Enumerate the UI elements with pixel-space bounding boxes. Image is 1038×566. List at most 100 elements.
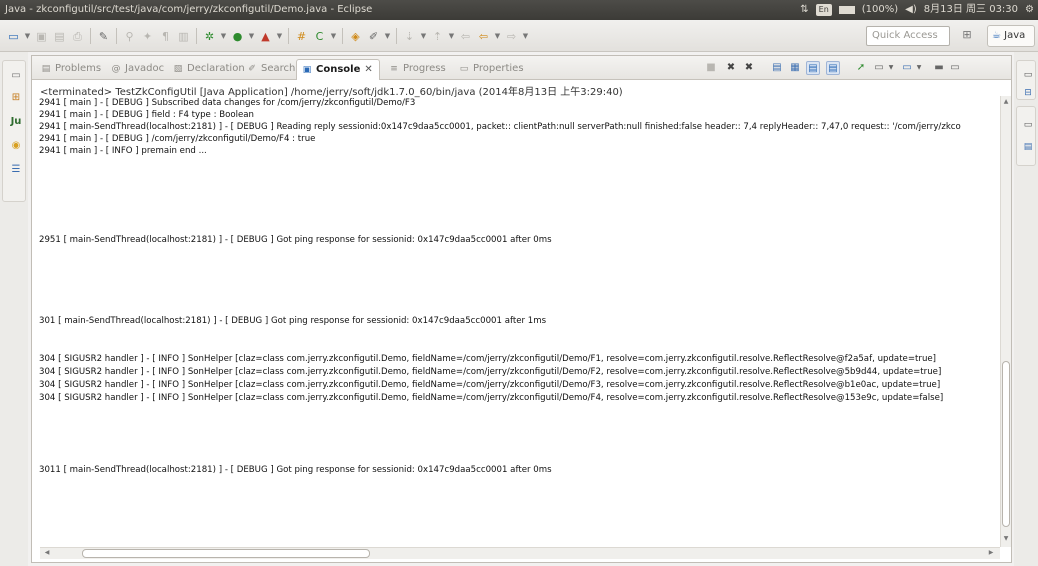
close-icon[interactable]: ✕ (364, 64, 372, 75)
new-dropdown-icon[interactable]: ▼ (24, 29, 31, 44)
java-perspective-label: Java (1004, 30, 1026, 41)
java-perspective-button[interactable]: ☕ Java (987, 25, 1035, 47)
tab-javadoc[interactable]: @ Javadoc (110, 60, 165, 78)
print-icon[interactable]: ⎙ (70, 29, 85, 44)
new-class-dropdown-icon[interactable]: ▼ (330, 29, 337, 44)
tab-search[interactable]: ✐ Search (246, 60, 295, 78)
forward-dropdown-icon[interactable]: ▼ (522, 29, 529, 44)
right-trim-stack: ▭ ⊟ ▭ ▤ (1014, 52, 1038, 566)
console-line: 304 [ SIGUSR2 handler ] - [ INFO ] SonHe… (39, 393, 944, 403)
scroll-right-icon[interactable]: ▶ (986, 549, 996, 559)
scroll-lock-icon[interactable]: ▦ (788, 61, 802, 75)
next-annotation-icon[interactable]: ⇣ (402, 29, 417, 44)
tab-properties[interactable]: ▭ Properties (458, 60, 524, 78)
title-bar: Java - zkconfigutil/src/test/java/com/je… (0, 0, 1038, 20)
console-line: 304 [ SIGUSR2 handler ] - [ INFO ] SonHe… (39, 367, 942, 377)
back-dropdown-icon[interactable]: ▼ (494, 29, 501, 44)
remove-launch-icon[interactable]: ✖ (724, 61, 738, 75)
remove-all-terminated-icon[interactable]: ✖ (742, 61, 756, 75)
volume-icon[interactable]: ◀) (905, 0, 917, 20)
scroll-up-icon[interactable]: ▲ (1001, 98, 1011, 108)
window-title: Java - zkconfigutil/src/test/java/com/je… (5, 4, 373, 15)
show-whitespace-icon[interactable]: ¶ (158, 29, 173, 44)
last-edit-location-icon[interactable]: ⇦ (458, 29, 473, 44)
run-dropdown-icon[interactable]: ▼ (248, 29, 255, 44)
battery-icon[interactable] (838, 6, 855, 14)
at-icon: @ (111, 64, 121, 74)
outline-view-icon[interactable]: ⊟ (1022, 87, 1034, 99)
scroll-left-icon[interactable]: ◀ (42, 549, 52, 559)
clear-console-icon[interactable]: ▤ (770, 61, 784, 75)
show-console-on-stderr-icon[interactable]: ▤ (826, 61, 840, 75)
terminate-icon[interactable]: ■ (704, 61, 718, 75)
restore-icon[interactable]: ▭ (1022, 69, 1034, 81)
save-all-icon[interactable]: ▤ (52, 29, 67, 44)
toolbar-separator (196, 28, 197, 44)
debug-dropdown-icon[interactable]: ▼ (220, 29, 227, 44)
open-perspective-icon[interactable]: ⊞ (958, 28, 976, 44)
search-dropdown-icon[interactable]: ▼ (384, 29, 391, 44)
display-console-dropdown-icon[interactable]: ▼ (884, 61, 898, 75)
restore-icon[interactable]: ▭ (1022, 119, 1034, 131)
pin-icon[interactable]: ⚲ (122, 29, 137, 44)
open-type-icon[interactable]: ◈ (348, 29, 363, 44)
tab-declaration[interactable]: ▧ Declaration (172, 60, 245, 78)
forward-icon[interactable]: ⇨ (504, 29, 519, 44)
system-tray: ⇅ En (100%) ◀) 8月13日 周三 03:30 ⚙ (800, 0, 1034, 20)
package-explorer-icon[interactable]: ◉ (9, 139, 23, 153)
debug-icon[interactable]: ✲ (202, 29, 217, 44)
task-list-icon[interactable]: ▤ (1022, 141, 1034, 153)
new-icon[interactable]: ▭ (6, 29, 21, 44)
back-icon[interactable]: ⇦ (476, 29, 491, 44)
scroll-down-icon[interactable]: ▼ (1001, 535, 1011, 545)
tab-progress[interactable]: ≡ Progress (388, 60, 445, 78)
console-output[interactable]: 2941 [ main ] - [ DEBUG ] Subscribed dat… (32, 96, 1000, 547)
tab-label: Declaration (187, 63, 245, 74)
toggle-mark-occurrences-icon[interactable]: ✎ (96, 29, 111, 44)
tab-console[interactable]: ▣ Console ✕ (296, 59, 380, 80)
external-tools-dropdown-icon[interactable]: ▼ (276, 29, 283, 44)
minimized-tasks-stack: ▭ ▤ (1016, 106, 1036, 166)
save-icon[interactable]: ▣ (34, 29, 49, 44)
open-console-dropdown-icon[interactable]: ▼ (912, 61, 926, 75)
quick-access-input[interactable]: Quick Access (866, 26, 950, 46)
new-java-class-icon[interactable]: C (312, 29, 327, 44)
vertical-scrollbar[interactable]: ▲ ▼ (1000, 96, 1011, 547)
outline-icon[interactable]: ☰ (9, 163, 23, 177)
external-tools-icon[interactable]: ▲ (258, 29, 273, 44)
previous-annotation-icon[interactable]: ⇡ (430, 29, 445, 44)
show-console-on-stdout-icon[interactable]: ▤ (806, 61, 820, 75)
previous-annotation-dropdown-icon[interactable]: ▼ (448, 29, 455, 44)
console-line: 304 [ SIGUSR2 handler ] - [ INFO ] SonHe… (39, 354, 937, 364)
toolbar-separator (342, 28, 343, 44)
maximize-icon[interactable]: ▭ (948, 61, 962, 75)
run-icon[interactable]: ● (230, 29, 245, 44)
console-line: 301 [ main-SendThread(localhost:2181) ] … (39, 316, 547, 326)
hierarchy-icon[interactable]: ⊞ (9, 91, 23, 105)
network-icon[interactable]: ⇅ (800, 0, 808, 20)
minimized-outline-stack: ▭ ⊟ (1016, 60, 1036, 100)
next-annotation-dropdown-icon[interactable]: ▼ (420, 29, 427, 44)
search-toolbar-icon[interactable]: ✐ (366, 29, 381, 44)
minimize-icon[interactable]: ▬ (932, 61, 946, 75)
tab-problems[interactable]: ▤ Problems (40, 60, 101, 78)
annotation-icon[interactable]: ✦ (140, 29, 155, 44)
new-java-package-icon[interactable]: # (294, 29, 309, 44)
settings-gear-icon[interactable]: ⚙ (1025, 0, 1034, 20)
toolbar-separator (396, 28, 397, 44)
horizontal-scroll-thumb[interactable] (82, 549, 370, 558)
vertical-scroll-thumb[interactable] (1002, 361, 1010, 527)
restore-icon[interactable]: ▭ (9, 69, 23, 83)
junit-icon[interactable]: Ju (9, 115, 23, 129)
console-line: 2941 [ main ] - [ DEBUG ] /com/jerry/zkc… (39, 134, 316, 144)
pin-console-icon[interactable]: ➚ (854, 61, 868, 75)
horizontal-scrollbar[interactable]: ◀ ▶ (40, 547, 1000, 559)
clock[interactable]: 8月13日 周三 03:30 (924, 0, 1018, 20)
console-line: 2941 [ main ] - [ DEBUG ] Subscribed dat… (39, 98, 416, 108)
minimized-views-stack: ▭ ⊞ Ju ◉ ☰ (2, 60, 26, 202)
toolbar-separator (288, 28, 289, 44)
tab-label: Javadoc (125, 63, 165, 74)
block-selection-icon[interactable]: ▥ (176, 29, 191, 44)
input-method-indicator[interactable]: En (815, 4, 832, 16)
left-trim-stack: ▭ ⊞ Ju ◉ ☰ (0, 52, 28, 566)
